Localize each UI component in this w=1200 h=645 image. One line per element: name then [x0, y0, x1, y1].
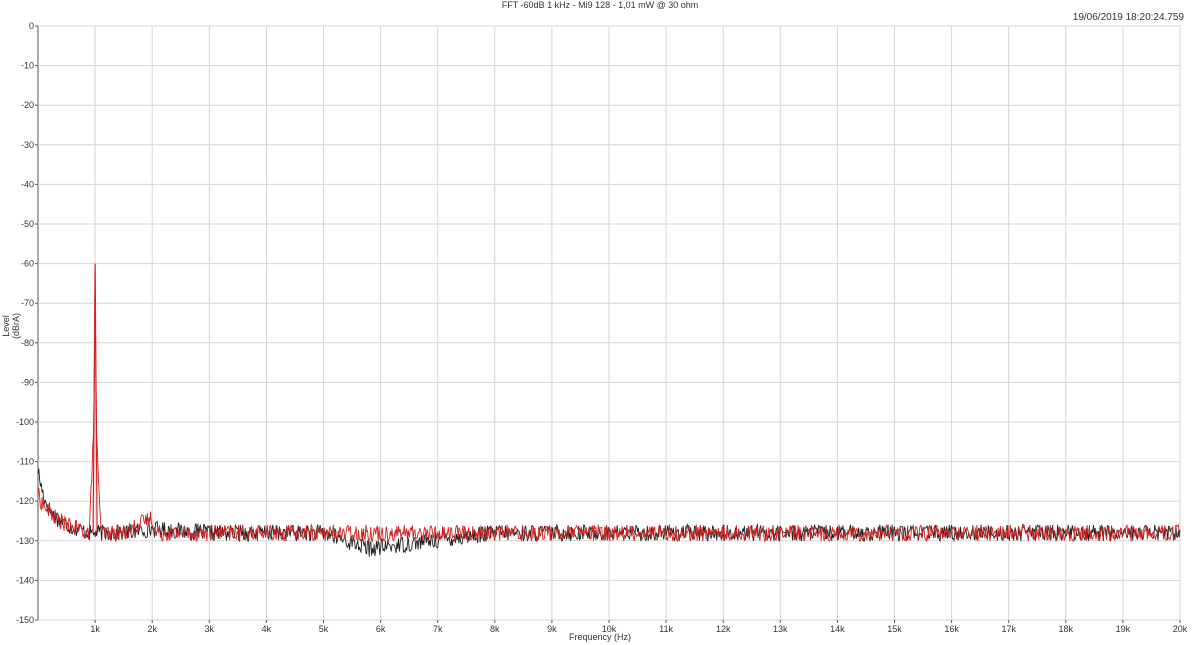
y-tick-label: -60	[21, 259, 34, 269]
y-tick-label: -10	[21, 61, 34, 71]
y-tick-label: -110	[17, 457, 34, 467]
y-tick-label: -40	[21, 179, 34, 189]
y-tick-label: -50	[21, 219, 34, 229]
y-tick-label: -120	[16, 496, 34, 506]
plot-area: 0 -10 -20 -30 -40 -50 -60 -70 -80 -90 -100 -110 -120…	[16, 21, 1188, 634]
y-tick-label: -30	[21, 140, 34, 150]
y-tick-label: -140	[16, 575, 34, 585]
y-tick-label: -80	[21, 338, 34, 348]
y-tick-label: -70	[21, 298, 34, 308]
y-tick-label: -130	[16, 536, 34, 546]
y-tick-label: -90	[21, 377, 34, 387]
y-tick-label: -20	[21, 100, 34, 110]
y-tick-label: -150	[16, 615, 34, 625]
y-axis-label: Level (dBrA)	[1, 313, 21, 340]
y-tick-label: -100	[16, 417, 34, 427]
y-tick-label: 0	[29, 21, 34, 31]
x-axis-label: Frequency (Hz)	[568, 632, 631, 642]
